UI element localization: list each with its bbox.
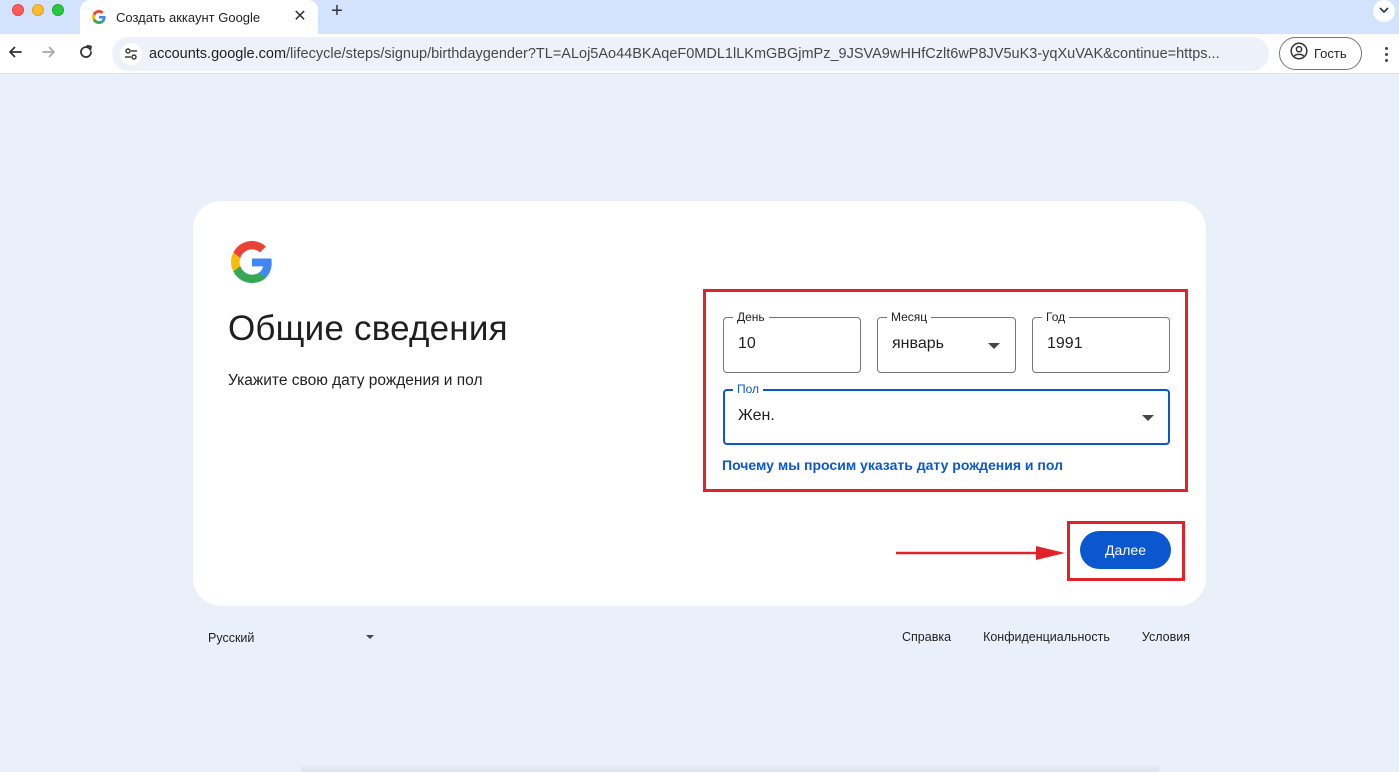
- bottom-shadow: [300, 764, 1160, 772]
- arrow-right-icon: [41, 44, 57, 65]
- dropdown-arrow-icon: [366, 635, 374, 639]
- tab-title: Создать аккаунт Google: [116, 9, 261, 25]
- chevron-down-icon: [1379, 2, 1389, 20]
- browser-toolbar: accounts.google.com/lifecycle/steps/sign…: [0, 34, 1399, 74]
- terms-link[interactable]: Условия: [1142, 630, 1190, 644]
- url-text: accounts.google.com/lifecycle/steps/sign…: [149, 46, 1220, 62]
- forward-button[interactable]: [37, 42, 61, 66]
- arrow-left-icon: [7, 44, 23, 65]
- kebab-menu-icon[interactable]: [1376, 44, 1396, 64]
- privacy-link[interactable]: Конфиденциальность: [983, 630, 1110, 644]
- window-minimize-button[interactable]: [32, 4, 44, 16]
- help-link[interactable]: Справка: [902, 630, 951, 644]
- footer-links: Справка Конфиденциальность Условия: [902, 630, 1190, 644]
- profile-button[interactable]: Гость: [1279, 37, 1362, 70]
- google-logo: [231, 241, 273, 283]
- window-zoom-button[interactable]: [52, 4, 64, 16]
- profile-label: Гость: [1314, 46, 1347, 61]
- annotation-box-next: [1067, 521, 1185, 581]
- window-close-button[interactable]: [12, 4, 24, 16]
- back-button[interactable]: [3, 42, 27, 66]
- tab-bar: Создать аккаунт Google ✕ +: [0, 0, 1399, 34]
- page-title: Общие сведения: [228, 309, 508, 348]
- annotation-box-fields: [703, 289, 1188, 492]
- close-tab-icon[interactable]: ✕: [292, 9, 308, 25]
- google-g-icon: [92, 10, 106, 24]
- tab-search-button[interactable]: [1373, 0, 1395, 22]
- annotation-arrow: [896, 546, 1065, 560]
- reload-button[interactable]: [74, 42, 98, 66]
- language-label: Русский: [208, 631, 255, 645]
- page-subtitle: Укажите свою дату рождения и пол: [228, 372, 483, 389]
- active-tab[interactable]: Создать аккаунт Google ✕: [80, 0, 318, 34]
- new-tab-button[interactable]: +: [326, 0, 348, 22]
- address-bar[interactable]: accounts.google.com/lifecycle/steps/sign…: [112, 37, 1269, 71]
- tune-icon[interactable]: [120, 43, 142, 65]
- reload-icon: [78, 44, 94, 65]
- language-select[interactable]: Русский: [208, 629, 376, 647]
- account-circle-icon: [1290, 42, 1308, 65]
